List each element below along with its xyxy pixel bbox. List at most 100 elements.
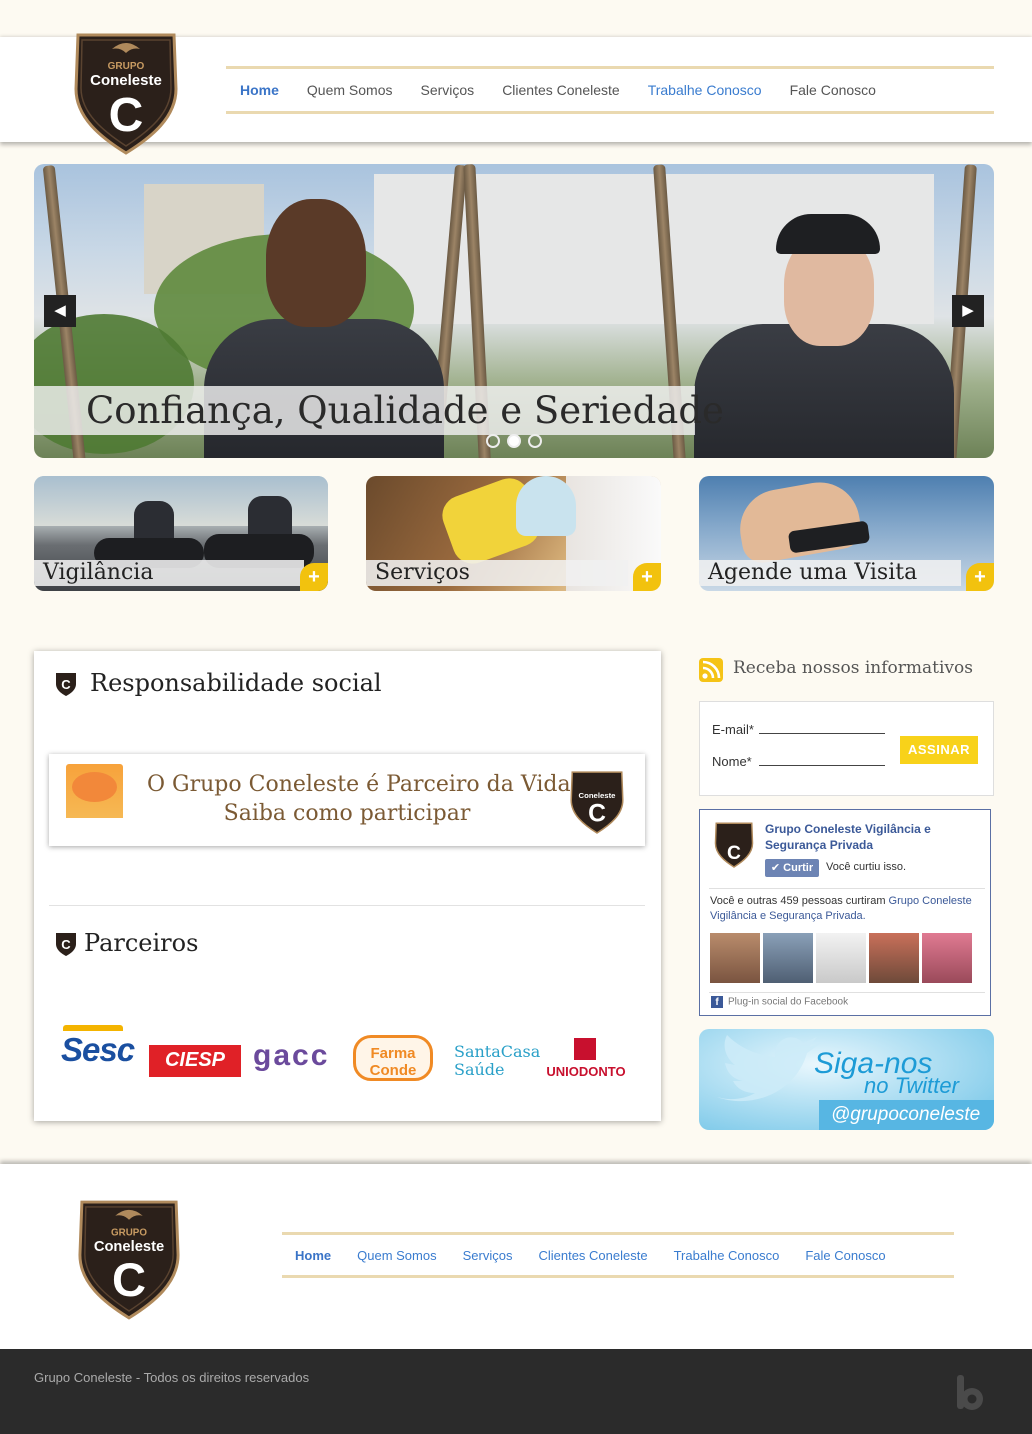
plus-icon[interactable]: +	[633, 563, 661, 591]
copyright-text: Grupo Coneleste - Todos os direitos rese…	[34, 1370, 310, 1385]
main-content-card: C Responsabilidade social O Grupo Conele…	[34, 651, 661, 1121]
logo-letter: C	[588, 801, 606, 828]
logo-letter: C	[109, 89, 144, 142]
slider-dot[interactable]	[486, 434, 500, 448]
section-title-social: Responsabilidade social	[90, 669, 382, 697]
section-title-parceiros: Parceiros	[84, 929, 199, 957]
slider-next-button[interactable]: ▶	[952, 295, 984, 327]
logo-top-text: GRUPO	[111, 1227, 147, 1238]
name-label: Nome*	[712, 754, 752, 769]
nav-item-clientes[interactable]: Clientes Coneleste	[502, 82, 620, 98]
footer-nav-item-trabalhe-conosco[interactable]: Trabalhe Conosco	[674, 1248, 780, 1263]
logo-top-text: GRUPO	[108, 61, 145, 72]
bottom-bar: Grupo Coneleste - Todos os direitos rese…	[0, 1349, 1032, 1434]
hero-caption: Confiança, Qualidade e Seriedade	[86, 389, 724, 432]
coneleste-logo-small: Coneleste C	[570, 771, 624, 834]
fan-avatar[interactable]	[869, 933, 919, 983]
nav-item-servicos[interactable]: Serviços	[421, 82, 475, 98]
logo-letter: C	[112, 1253, 146, 1306]
fan-avatar[interactable]	[816, 933, 866, 983]
plus-icon[interactable]: +	[966, 563, 994, 591]
slider-dot[interactable]	[528, 434, 542, 448]
fan-avatar[interactable]	[922, 933, 972, 983]
slider-dots	[486, 434, 542, 448]
coneleste-logo[interactable]: GRUPO Coneleste C	[72, 27, 180, 155]
rss-icon	[699, 658, 723, 682]
check-icon: ✔	[770, 862, 781, 874]
nav-item-quem-somos[interactable]: Quem Somos	[307, 82, 393, 98]
partner-logo-uniodonto[interactable]: UNIODONTO	[544, 1038, 628, 1098]
footer-nav-item-quem-somos[interactable]: Quem Somos	[357, 1248, 436, 1263]
fan-avatar[interactable]	[763, 933, 813, 983]
fb-divider	[709, 888, 985, 889]
feature-label: Agende uma Visita	[708, 560, 918, 585]
facebook-like-count: Você e outras 459 pessoas curtiram Grupo…	[710, 894, 985, 924]
chevron-right-icon: ▶	[962, 302, 974, 319]
logo-name-text: Coneleste	[90, 72, 162, 89]
twitter-line2: no Twitter	[864, 1073, 959, 1098]
guard-right	[694, 194, 954, 458]
footer-nav-item-home[interactable]: Home	[295, 1248, 331, 1263]
feature-label-bar: Serviços	[366, 560, 628, 586]
twitter-follow-banner[interactable]: Siga-nos no Twitter @grupoconeleste	[699, 1029, 994, 1130]
shield-icon: C	[56, 673, 76, 696]
partner-logo-santacasa[interactable]: SantaCasa Saúde	[454, 1037, 540, 1097]
name-field[interactable]	[759, 765, 885, 766]
footer-nav: Home Quem Somos Serviços Clientes Conele…	[282, 1232, 954, 1278]
nav-item-trabalhe-conosco[interactable]: Trabalhe Conosco	[648, 82, 762, 98]
feature-servicos[interactable]: Serviços +	[366, 476, 661, 591]
facebook-page-name[interactable]: Grupo Coneleste Vigilância e Segurança P…	[765, 821, 985, 853]
twitter-handle: @grupoconeleste	[819, 1100, 994, 1130]
fan-avatar[interactable]	[710, 933, 760, 983]
partner-logo-sesc[interactable]: Sesc	[61, 1025, 137, 1091]
feature-agende-visita[interactable]: Agende uma Visita +	[699, 476, 994, 591]
parceiros-da-vida-badge	[66, 764, 123, 838]
partner-banner[interactable]: O Grupo Coneleste é Parceiro da Vida Sai…	[49, 754, 645, 846]
like-count-prefix: Você e outras 459 pessoas curtiram	[710, 895, 886, 907]
footer-nav-item-clientes[interactable]: Clientes Coneleste	[538, 1248, 647, 1263]
partner-logo-farma-conde[interactable]: Farma Conde	[353, 1035, 433, 1081]
email-field[interactable]	[759, 733, 885, 734]
feature-label-bar: Vigilância	[34, 560, 304, 586]
feature-label-bar: Agende uma Visita	[699, 560, 961, 586]
facebook-page-avatar[interactable]: C	[714, 820, 754, 868]
facebook-plugin-footer: f Plug-in social do Facebook	[711, 996, 848, 1008]
twitter-bird-icon	[717, 1035, 821, 1102]
partner-logo-gacc[interactable]: gacc	[253, 1039, 335, 1099]
newsletter-title: Receba nossos informativos	[733, 658, 973, 678]
slider-dot-active[interactable]	[507, 434, 521, 448]
fb-divider	[709, 992, 985, 993]
banner-line2: Saiba como participar	[223, 801, 471, 826]
logo-name-text: Coneleste	[579, 791, 617, 800]
footer-nav-item-fale-conosco[interactable]: Fale Conosco	[805, 1248, 885, 1263]
slider-prev-button[interactable]: ◀	[44, 295, 76, 327]
facebook-liked-text: Você curtiu isso.	[826, 861, 907, 873]
subscribe-button[interactable]: ASSINAR	[900, 736, 978, 764]
shield-icon: C	[56, 933, 76, 956]
svg-text:C: C	[727, 843, 741, 864]
newsletter-form: E-mail* Nome* ASSINAR	[699, 701, 994, 796]
facebook-icon: f	[711, 996, 723, 1008]
nav-item-home[interactable]: Home	[240, 82, 279, 98]
plus-icon[interactable]: +	[300, 563, 328, 591]
nav-item-fale-conosco[interactable]: Fale Conosco	[790, 82, 876, 98]
hero-caption-bar: Confiança, Qualidade e Seriedade	[34, 386, 724, 435]
chevron-left-icon: ◀	[54, 302, 66, 319]
developer-logo-icon[interactable]	[955, 1373, 985, 1413]
like-button-label: Curtir	[783, 862, 814, 874]
facebook-like-box: C Grupo Coneleste Vigilância e Segurança…	[699, 809, 991, 1016]
footer-coneleste-logo[interactable]: GRUPO Coneleste C	[76, 1192, 182, 1322]
feature-label: Serviços	[375, 560, 470, 585]
main-nav: Home Quem Somos Serviços Clientes Conele…	[226, 66, 994, 114]
partner-logo-ciesp[interactable]: CIESP	[149, 1045, 241, 1077]
svg-text:C: C	[61, 937, 71, 952]
banner-line1: O Grupo Coneleste é Parceiro da Vida	[147, 772, 571, 797]
hero-slider[interactable]: Confiança, Qualidade e Seriedade ◀ ▶	[34, 164, 994, 458]
svg-text:C: C	[61, 677, 71, 692]
feature-label: Vigilância	[43, 560, 154, 585]
footer-nav-item-servicos[interactable]: Serviços	[463, 1248, 513, 1263]
section-divider	[49, 905, 645, 906]
facebook-like-button[interactable]: ✔ Curtir	[765, 859, 819, 877]
feature-vigilancia[interactable]: Vigilância +	[34, 476, 328, 591]
email-label: E-mail*	[712, 722, 754, 737]
